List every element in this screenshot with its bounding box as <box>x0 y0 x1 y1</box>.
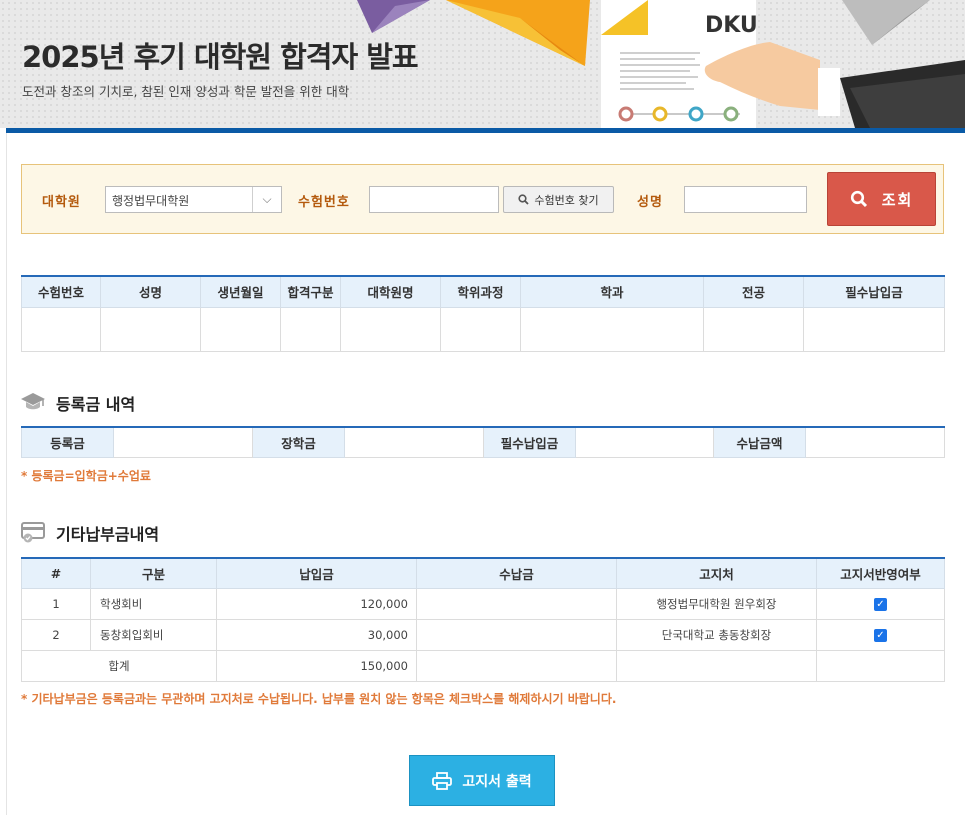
total-amount: 150,000 <box>216 649 417 682</box>
total-label: 합계 <box>21 649 217 682</box>
tuition-note: * 등록금=입학금+수업료 <box>21 469 151 483</box>
result-header-row: 수험번호 성명 생년월일 합격구분 대학원명 학위과정 학과 전공 필수납입금 <box>21 275 945 308</box>
card-icon <box>21 522 45 543</box>
col-degree: 학위과정 <box>440 275 521 308</box>
row-notifier: 단국대학교 총동창회장 <box>616 618 817 651</box>
row-category: 학생회비 <box>90 587 217 620</box>
tuition-value-required <box>575 426 714 458</box>
row-notifier: 행정법무대학원 원우회장 <box>616 587 817 620</box>
tuition-value-scholarship <box>344 426 484 458</box>
tuition-label-scholarship: 장학금 <box>252 426 345 458</box>
tuition-table: 등록금 장학금 필수납입금 수납금액 <box>21 426 945 458</box>
col-no: # <box>21 557 91 589</box>
chevron-down-icon[interactable]: ⌵ <box>252 187 281 212</box>
total-row: 합계 150,000 <box>21 649 945 682</box>
name-label: 성명 <box>637 195 663 210</box>
tuition-label-registration: 등록금 <box>21 426 114 458</box>
col-category: 구분 <box>90 557 217 589</box>
row-checkbox-cell: ✓ <box>816 587 945 620</box>
row-received <box>416 587 617 620</box>
col-name: 성명 <box>100 275 201 308</box>
grad-school-select[interactable]: 행정법무대학원 ⌵ <box>105 186 282 213</box>
col-grad-school: 대학원명 <box>340 275 441 308</box>
other-fees-table: # 구분 납입금 수납금 고지처 고지서반영여부 1 학생회비 120,000 … <box>21 557 945 682</box>
page-subtitle: 도전과 창조의 기치로, 참된 인재 양성과 학문 발전을 위한 대학 <box>22 84 350 99</box>
row-amount: 120,000 <box>216 587 417 620</box>
find-exam-no-label: 수험번호 찾기 <box>534 193 599 207</box>
col-received: 수납금 <box>416 557 617 589</box>
col-birthdate: 생년월일 <box>200 275 281 308</box>
include-checkbox[interactable]: ✓ <box>874 628 887 642</box>
col-required-fee: 필수납입금 <box>803 275 945 308</box>
col-exam-no: 수험번호 <box>21 275 101 308</box>
include-checkbox[interactable]: ✓ <box>874 597 887 611</box>
other-fees-title: 기타납부금내역 <box>56 525 160 544</box>
row-received <box>416 618 617 651</box>
query-button[interactable]: 조회 <box>827 172 936 226</box>
row-checkbox-cell: ✓ <box>816 618 945 651</box>
page-header: DKU 2025년 후기 대학원 합격자 발표 도전과 창조의 기치로, 참된 … <box>0 0 965 128</box>
col-department: 학과 <box>520 275 704 308</box>
graduation-cap-icon <box>21 393 45 410</box>
tuition-label-paid: 수납금액 <box>713 426 806 458</box>
search-icon <box>518 194 530 205</box>
col-amount: 납입금 <box>216 557 417 589</box>
query-button-label: 조회 <box>881 190 914 209</box>
name-input[interactable] <box>684 186 807 213</box>
row-no: 1 <box>21 587 91 620</box>
tuition-title: 등록금 내역 <box>56 395 136 414</box>
table-row: 2 동창회입회비 30,000 단국대학교 총동창회장 ✓ <box>21 618 945 651</box>
printer-icon <box>432 771 453 790</box>
col-notifier: 고지처 <box>616 557 817 589</box>
other-fees-header-row: # 구분 납입금 수납금 고지처 고지서반영여부 <box>21 557 945 589</box>
logo-icon: DKU <box>705 13 758 38</box>
search-icon <box>850 190 867 208</box>
print-bill-label: 고지서 출력 <box>462 773 532 790</box>
exam-no-input[interactable] <box>369 186 499 213</box>
tuition-label-required: 필수납입금 <box>483 426 576 458</box>
row-category: 동창회입회비 <box>90 618 217 651</box>
tuition-value-registration <box>113 426 253 458</box>
col-include-in-bill: 고지서반영여부 <box>816 557 945 589</box>
row-no: 2 <box>21 618 91 651</box>
table-row: 1 학생회비 120,000 행정법무대학원 원우회장 ✓ <box>21 587 945 620</box>
result-table: 수험번호 성명 생년월일 합격구분 대학원명 학위과정 학과 전공 필수납입금 <box>21 275 945 352</box>
grad-school-selected: 행정법무대학원 <box>112 194 190 208</box>
search-panel: 대학원 행정법무대학원 ⌵ 수험번호 수험번호 찾기 성명 조회 <box>21 164 944 234</box>
table-row <box>21 307 945 352</box>
grad-school-label: 대학원 <box>42 195 81 210</box>
other-fees-note: * 기타납부금은 등록금과는 무관하며 고지처로 수납됩니다. 납부를 원치 않… <box>21 692 617 706</box>
tuition-row: 등록금 장학금 필수납입금 수납금액 <box>21 426 945 458</box>
row-amount: 30,000 <box>216 618 417 651</box>
col-major: 전공 <box>703 275 804 308</box>
col-pass-type: 합격구분 <box>280 275 341 308</box>
page-title: 2025년 후기 대학원 합격자 발표 <box>22 40 419 74</box>
print-bill-button[interactable]: 고지서 출력 <box>409 755 555 806</box>
find-exam-no-button[interactable]: 수험번호 찾기 <box>503 186 614 213</box>
tuition-value-paid <box>805 426 945 458</box>
exam-no-label: 수험번호 <box>298 195 350 210</box>
